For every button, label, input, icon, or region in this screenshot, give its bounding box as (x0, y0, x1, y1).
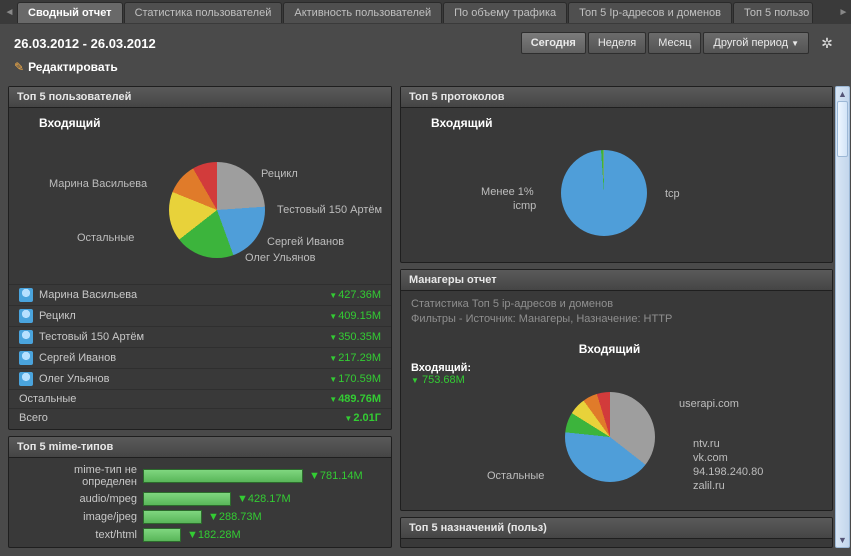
pie-label-userapi: userapi.com (679, 398, 739, 410)
pie-label-vk: vk.com (693, 452, 728, 464)
avatar-icon (19, 372, 33, 386)
pie-users: Рецикл Марина Васильева Тестовый 150 Арт… (9, 132, 391, 282)
tabs-next[interactable]: ► (836, 2, 851, 22)
pie-label-marina: Марина Васильева (49, 178, 147, 190)
vertical-scrollbar[interactable]: ▲ ▼ (835, 86, 850, 548)
avatar-icon (19, 330, 33, 344)
tab-top5-ip[interactable]: Топ 5 Ip-адресов и доменов (568, 2, 732, 23)
avatar-icon (19, 309, 33, 323)
period-month[interactable]: Месяц (648, 32, 701, 54)
panel-mime: Топ 5 mime-типов mime-тип не определен▼7… (8, 436, 392, 548)
tab-user-activity[interactable]: Активность пользователей (283, 2, 442, 23)
pie-users-chart (169, 162, 265, 258)
list-item-other[interactable]: Остальные▼489.76М (9, 389, 391, 408)
bar-row: audio/mpeg▼428.17М (17, 492, 383, 506)
tab-top5-users[interactable]: Топ 5 пользо (733, 2, 813, 23)
pie-label-test150: Тестовый 150 Артём (277, 204, 382, 216)
period-other[interactable]: Другой период▼ (703, 32, 809, 54)
pie-managers-chart (565, 392, 655, 482)
pie-label-mother: Остальные (487, 470, 544, 482)
panel-dest: Топ 5 назначений (польз) Входящий (400, 517, 833, 548)
panel-users: Топ 5 пользователей Входящий Рецикл Мари… (8, 86, 392, 430)
content: Топ 5 пользователей Входящий Рецикл Мари… (8, 86, 833, 548)
chevron-down-icon: ▼ (791, 39, 799, 48)
edit-label: Редактировать (28, 60, 118, 74)
panel-managers-title: Манагеры отчет (401, 270, 832, 291)
panel-managers-sub: Входящий (401, 334, 832, 358)
bar-row: text/html▼182.28М (17, 528, 383, 542)
pie-protocols: tcp Менее 1% icmp (401, 132, 832, 262)
panel-managers: Манагеры отчет Статистика Топ 5 ip-адрес… (400, 269, 833, 511)
list-item[interactable]: Сергей Иванов▼217.29М (9, 347, 391, 368)
panel-protocols-sub: Входящий (401, 108, 832, 132)
period-week[interactable]: Неделя (588, 32, 646, 54)
pie-label-ip: 94.198.240.80 (693, 466, 763, 478)
list-item[interactable]: Рецикл▼409.15М (9, 305, 391, 326)
pie-label-less1: Менее 1% (481, 186, 534, 198)
tab-traffic-volume[interactable]: По объему трафика (443, 2, 567, 23)
panel-users-title: Топ 5 пользователей (9, 87, 391, 108)
scroll-down-icon[interactable]: ▼ (836, 533, 849, 547)
scroll-track[interactable] (837, 101, 848, 533)
panel-mime-title: Топ 5 mime-типов (9, 437, 391, 458)
scroll-thumb[interactable] (837, 101, 848, 157)
panel-protocols-title: Топ 5 протоколов (401, 87, 832, 108)
tabs-bar: ◄ Сводный отчет Статистика пользователей… (0, 0, 851, 24)
pie-managers: userapi.com ntv.ru vk.com 94.198.240.80 … (401, 386, 832, 510)
list-item[interactable]: Марина Васильева▼427.36М (9, 284, 391, 305)
pie-label-oleg: Олег Ульянов (245, 252, 315, 264)
pie-label-ntv: ntv.ru (693, 438, 720, 450)
date-range: 26.03.2012 - 26.03.2012 (14, 36, 156, 51)
period-buttons: Сегодня Неделя Месяц Другой период▼ ✲ (521, 32, 837, 54)
managers-in-value: ▼ 753.68М (411, 374, 471, 386)
scroll-up-icon[interactable]: ▲ (836, 87, 849, 101)
panel-users-sub: Входящий (9, 108, 391, 132)
list-item[interactable]: Олег Ульянов▼170.59М (9, 368, 391, 389)
panel-dest-sub: Входящий (401, 539, 832, 548)
tabs-prev[interactable]: ◄ (2, 2, 17, 22)
list-item-total: Всего▼2.01Г (9, 408, 391, 427)
panel-dest-title: Топ 5 назначений (польз) (401, 518, 832, 539)
avatar-icon (19, 351, 33, 365)
list-item[interactable]: Тестовый 150 Артём▼350.35М (9, 326, 391, 347)
period-today[interactable]: Сегодня (521, 32, 586, 54)
bar-row: mime-тип не определен▼781.14М (17, 464, 383, 488)
pie-protocols-chart (561, 150, 647, 236)
tab-summary[interactable]: Сводный отчет (17, 2, 123, 23)
header: 26.03.2012 - 26.03.2012 Сегодня Неделя М… (0, 24, 851, 58)
mime-bars: mime-тип не определен▼781.14М audio/mpeg… (9, 458, 391, 548)
tab-user-stats[interactable]: Статистика пользователей (124, 2, 283, 23)
pie-label-other: Остальные (77, 232, 134, 244)
avatar-icon (19, 288, 33, 302)
pencil-icon: ✎ (14, 60, 24, 74)
pie-label-sergey: Сергей Иванов (267, 236, 344, 248)
pie-label-icmp: icmp (513, 200, 536, 212)
panel-protocols: Топ 5 протоколов Входящий tcp Менее 1% i… (400, 86, 833, 263)
pie-label-recycl: Рецикл (261, 168, 298, 180)
pie-label-zalil: zalil.ru (693, 480, 725, 492)
users-list: Марина Васильева▼427.36М Рецикл▼409.15М … (9, 282, 391, 429)
bar-row: image/jpeg▼288.73М (17, 510, 383, 524)
managers-in-label: Входящий: (411, 362, 471, 374)
pie-label-tcp: tcp (665, 188, 680, 200)
managers-desc: Статистика Топ 5 ip-адресов и доменов Фи… (401, 291, 832, 334)
edit-row[interactable]: ✎ Редактировать (0, 58, 851, 82)
gear-icon[interactable]: ✲ (817, 33, 837, 53)
